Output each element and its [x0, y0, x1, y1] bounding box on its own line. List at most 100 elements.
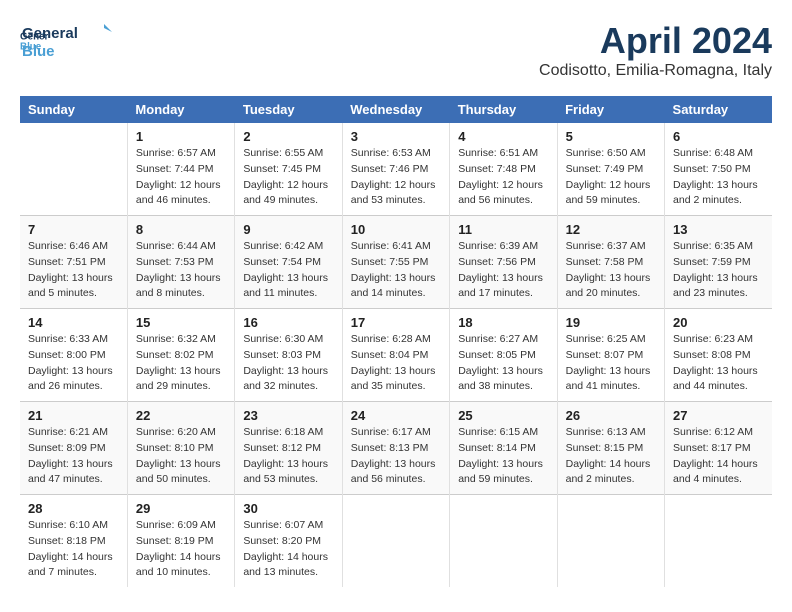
day-number: 5 — [566, 129, 656, 144]
day-cell: 18Sunrise: 6:27 AMSunset: 8:05 PMDayligh… — [450, 309, 557, 402]
day-cell: 1 Sunrise: 6:57 AMSunset: 7:44 PMDaylight… — [127, 123, 234, 216]
day-detail: Sunrise: 6:35 AMSunset: 7:59 PMDaylight:… — [673, 239, 764, 302]
sunrise-text: Sunrise: 6:28 AM — [351, 332, 441, 348]
sunrise-text: Sunrise: 6:10 AM — [28, 518, 119, 534]
sunset-text: Sunset: 8:17 PM — [673, 441, 764, 457]
day-number: 10 — [351, 222, 441, 237]
column-header-friday: Friday — [557, 96, 664, 123]
week-row-3: 14 Sunrise: 6:33 AMSunset: 8:00 PMDayligh… — [20, 309, 772, 402]
day-detail: Sunrise: 6:57 AMSunset: 7:44 PMDaylight:… — [136, 146, 226, 209]
calendar-subtitle: Codisotto, Emilia-Romagna, Italy — [539, 62, 772, 80]
day-number: 7 — [28, 222, 119, 237]
day-detail: Sunrise: 6:33 AMSunset: 8:00 PMDaylight:… — [28, 332, 119, 395]
day-detail: Sunrise: 6:17 AMSunset: 8:13 PMDaylight:… — [351, 425, 441, 488]
sunrise-text: Sunrise: 6:09 AM — [136, 518, 226, 534]
daylight-text: Daylight: 14 hours and 10 minutes. — [136, 550, 226, 582]
day-detail: Sunrise: 6:50 AMSunset: 7:49 PMDaylight:… — [566, 146, 656, 209]
day-detail: Sunrise: 6:10 AMSunset: 8:18 PMDaylight:… — [28, 518, 119, 581]
day-number: 29 — [136, 501, 226, 516]
sunrise-text: Sunrise: 6:07 AM — [243, 518, 333, 534]
sunrise-text: Sunrise: 6:15 AM — [458, 425, 548, 441]
day-cell: 11Sunrise: 6:39 AMSunset: 7:56 PMDayligh… — [450, 216, 557, 309]
sunset-text: Sunset: 7:55 PM — [351, 255, 441, 271]
day-detail: Sunrise: 6:07 AMSunset: 8:20 PMDaylight:… — [243, 518, 333, 581]
day-number: 18 — [458, 315, 548, 330]
sunset-text: Sunset: 7:51 PM — [28, 255, 119, 271]
calendar-title: April 2024 — [539, 20, 772, 62]
sunrise-text: Sunrise: 6:55 AM — [243, 146, 333, 162]
day-detail: Sunrise: 6:37 AMSunset: 7:58 PMDaylight:… — [566, 239, 656, 302]
day-cell: 16Sunrise: 6:30 AMSunset: 8:03 PMDayligh… — [235, 309, 342, 402]
calendar-table: SundayMondayTuesdayWednesdayThursdayFrid… — [20, 96, 772, 587]
sunset-text: Sunset: 7:44 PM — [136, 162, 226, 178]
day-cell: 9Sunrise: 6:42 AMSunset: 7:54 PMDaylight… — [235, 216, 342, 309]
day-cell: 28Sunrise: 6:10 AMSunset: 8:18 PMDayligh… — [20, 495, 127, 588]
day-detail: Sunrise: 6:48 AMSunset: 7:50 PMDaylight:… — [673, 146, 764, 209]
daylight-text: Daylight: 13 hours and 11 minutes. — [243, 271, 333, 303]
sunrise-text: Sunrise: 6:13 AM — [566, 425, 656, 441]
day-cell: 26Sunrise: 6:13 AMSunset: 8:15 PMDayligh… — [557, 402, 664, 495]
svg-text:General: General — [22, 25, 78, 42]
day-cell — [557, 495, 664, 588]
day-detail: Sunrise: 6:20 AMSunset: 8:10 PMDaylight:… — [136, 425, 226, 488]
week-row-4: 21Sunrise: 6:21 AMSunset: 8:09 PMDayligh… — [20, 402, 772, 495]
week-row-2: 7Sunrise: 6:46 AMSunset: 7:51 PMDaylight… — [20, 216, 772, 309]
daylight-text: Daylight: 13 hours and 20 minutes. — [566, 271, 656, 303]
day-detail: Sunrise: 6:25 AMSunset: 8:07 PMDaylight:… — [566, 332, 656, 395]
sunset-text: Sunset: 7:46 PM — [351, 162, 441, 178]
day-number: 8 — [136, 222, 226, 237]
sunset-text: Sunset: 8:02 PM — [136, 348, 226, 364]
day-cell: 25Sunrise: 6:15 AMSunset: 8:14 PMDayligh… — [450, 402, 557, 495]
daylight-text: Daylight: 13 hours and 14 minutes. — [351, 271, 441, 303]
day-detail: Sunrise: 6:12 AMSunset: 8:17 PMDaylight:… — [673, 425, 764, 488]
daylight-text: Daylight: 13 hours and 47 minutes. — [28, 457, 119, 489]
day-cell: 17Sunrise: 6:28 AMSunset: 8:04 PMDayligh… — [342, 309, 449, 402]
day-number: 22 — [136, 408, 226, 423]
day-cell: 8 Sunrise: 6:44 AMSunset: 7:53 PMDaylight… — [127, 216, 234, 309]
sunrise-text: Sunrise: 6:39 AM — [458, 239, 548, 255]
day-cell: 5 Sunrise: 6:50 AMSunset: 7:49 PMDaylight… — [557, 123, 664, 216]
daylight-text: Daylight: 14 hours and 7 minutes. — [28, 550, 119, 582]
day-cell: 12Sunrise: 6:37 AMSunset: 7:58 PMDayligh… — [557, 216, 664, 309]
sunset-text: Sunset: 8:19 PM — [136, 534, 226, 550]
daylight-text: Daylight: 13 hours and 32 minutes. — [243, 364, 333, 396]
day-number: 4 — [458, 129, 548, 144]
day-number: 14 — [28, 315, 119, 330]
day-detail: Sunrise: 6:55 AMSunset: 7:45 PMDaylight:… — [243, 146, 333, 209]
day-detail: Sunrise: 6:09 AMSunset: 8:19 PMDaylight:… — [136, 518, 226, 581]
sunrise-text: Sunrise: 6:21 AM — [28, 425, 119, 441]
column-header-sunday: Sunday — [20, 96, 127, 123]
day-detail: Sunrise: 6:53 AMSunset: 7:46 PMDaylight:… — [351, 146, 441, 209]
sunrise-text: Sunrise: 6:27 AM — [458, 332, 548, 348]
day-detail: Sunrise: 6:28 AMSunset: 8:04 PMDaylight:… — [351, 332, 441, 395]
day-number: 27 — [673, 408, 764, 423]
day-cell — [450, 495, 557, 588]
sunset-text: Sunset: 8:14 PM — [458, 441, 548, 457]
sunset-text: Sunset: 7:54 PM — [243, 255, 333, 271]
day-detail: Sunrise: 6:18 AMSunset: 8:12 PMDaylight:… — [243, 425, 333, 488]
column-header-monday: Monday — [127, 96, 234, 123]
day-cell — [20, 123, 127, 216]
sunrise-text: Sunrise: 6:20 AM — [136, 425, 226, 441]
daylight-text: Daylight: 13 hours and 53 minutes. — [243, 457, 333, 489]
daylight-text: Daylight: 12 hours and 49 minutes. — [243, 178, 333, 210]
day-cell: 23Sunrise: 6:18 AMSunset: 8:12 PMDayligh… — [235, 402, 342, 495]
day-cell: 27 Sunrise: 6:12 AMSunset: 8:17 PMDayligh… — [665, 402, 772, 495]
sunrise-text: Sunrise: 6:23 AM — [673, 332, 764, 348]
day-number: 21 — [28, 408, 119, 423]
sunrise-text: Sunrise: 6:25 AM — [566, 332, 656, 348]
sunrise-text: Sunrise: 6:42 AM — [243, 239, 333, 255]
daylight-text: Daylight: 13 hours and 50 minutes. — [136, 457, 226, 489]
daylight-text: Daylight: 13 hours and 41 minutes. — [566, 364, 656, 396]
daylight-text: Daylight: 12 hours and 59 minutes. — [566, 178, 656, 210]
day-number: 1 — [136, 129, 226, 144]
sunset-text: Sunset: 8:04 PM — [351, 348, 441, 364]
day-detail: Sunrise: 6:39 AMSunset: 7:56 PMDaylight:… — [458, 239, 548, 302]
sunrise-text: Sunrise: 6:18 AM — [243, 425, 333, 441]
daylight-text: Daylight: 12 hours and 56 minutes. — [458, 178, 548, 210]
daylight-text: Daylight: 13 hours and 56 minutes. — [351, 457, 441, 489]
week-row-5: 28Sunrise: 6:10 AMSunset: 8:18 PMDayligh… — [20, 495, 772, 588]
day-detail: Sunrise: 6:32 AMSunset: 8:02 PMDaylight:… — [136, 332, 226, 395]
sunset-text: Sunset: 7:48 PM — [458, 162, 548, 178]
day-detail: Sunrise: 6:44 AMSunset: 7:53 PMDaylight:… — [136, 239, 226, 302]
